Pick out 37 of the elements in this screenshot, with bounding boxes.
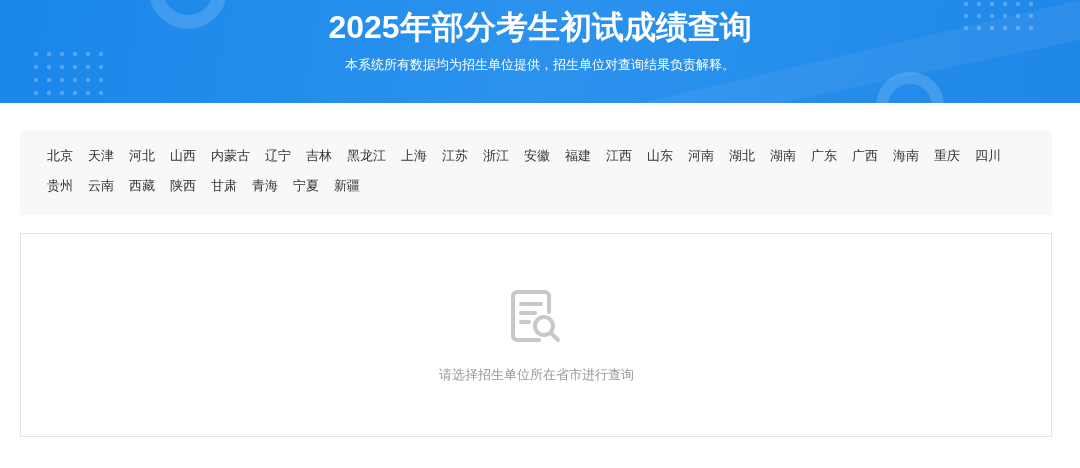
province-link[interactable]: 浙江	[483, 147, 509, 165]
province-link[interactable]: 天津	[88, 147, 114, 165]
page-title: 2025年部分考生初试成绩查询	[328, 8, 752, 47]
province-link[interactable]: 新疆	[334, 177, 360, 195]
province-link[interactable]: 江西	[606, 147, 632, 165]
province-link[interactable]: 云南	[88, 177, 114, 195]
province-link[interactable]: 西藏	[129, 177, 155, 195]
page-subtitle: 本系统所有数据均为招生单位提供，招生单位对查询结果负责解释。	[345, 56, 735, 74]
province-link[interactable]: 福建	[565, 147, 591, 165]
empty-state-message: 请选择招生单位所在省市进行查询	[438, 366, 634, 384]
province-link[interactable]: 湖南	[770, 147, 796, 165]
province-link[interactable]: 宁夏	[293, 177, 319, 195]
province-link[interactable]: 辽宁	[265, 147, 291, 165]
province-link[interactable]: 贵州	[47, 177, 73, 195]
province-link[interactable]: 重庆	[934, 147, 960, 165]
province-link[interactable]: 河北	[129, 147, 155, 165]
province-link[interactable]: 安徽	[524, 147, 550, 165]
province-link[interactable]: 湖北	[729, 147, 755, 165]
province-link[interactable]: 陕西	[170, 177, 196, 195]
province-link[interactable]: 广西	[852, 147, 878, 165]
province-link[interactable]: 山东	[647, 147, 673, 165]
province-link[interactable]: 广东	[811, 147, 837, 165]
province-link[interactable]: 四川	[975, 147, 1001, 165]
province-link[interactable]: 海南	[893, 147, 919, 165]
ring-decoration	[876, 72, 944, 103]
province-link[interactable]: 河南	[688, 147, 714, 165]
province-link[interactable]: 江苏	[442, 147, 468, 165]
province-link[interactable]: 吉林	[306, 147, 332, 165]
province-link[interactable]: 青海	[252, 177, 278, 195]
province-link[interactable]: 北京	[47, 147, 73, 165]
province-link[interactable]: 内蒙古	[211, 147, 250, 165]
province-link[interactable]: 黑龙江	[347, 147, 386, 165]
dot-pattern-drawing	[33, 51, 104, 96]
document-search-icon	[509, 290, 563, 344]
province-link[interactable]: 山西	[170, 147, 196, 165]
province-link[interactable]: 甘肃	[211, 177, 237, 195]
province-link[interactable]: 上海	[401, 147, 427, 165]
